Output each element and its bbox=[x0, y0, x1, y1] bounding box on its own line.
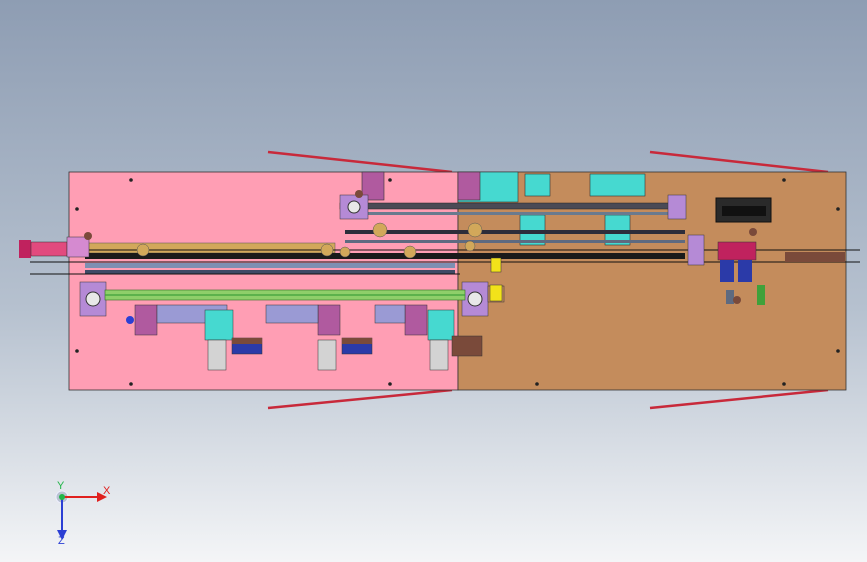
cad-model-viewport[interactable] bbox=[0, 0, 867, 562]
x-axis-label: X bbox=[103, 485, 111, 497]
y-axis-dot-icon bbox=[59, 494, 65, 500]
control-box[interactable] bbox=[715, 197, 772, 223]
coordinate-triad: X Y Z bbox=[55, 480, 111, 545]
z-axis-label: Z bbox=[58, 535, 65, 545]
y-axis-label: Y bbox=[57, 480, 65, 492]
